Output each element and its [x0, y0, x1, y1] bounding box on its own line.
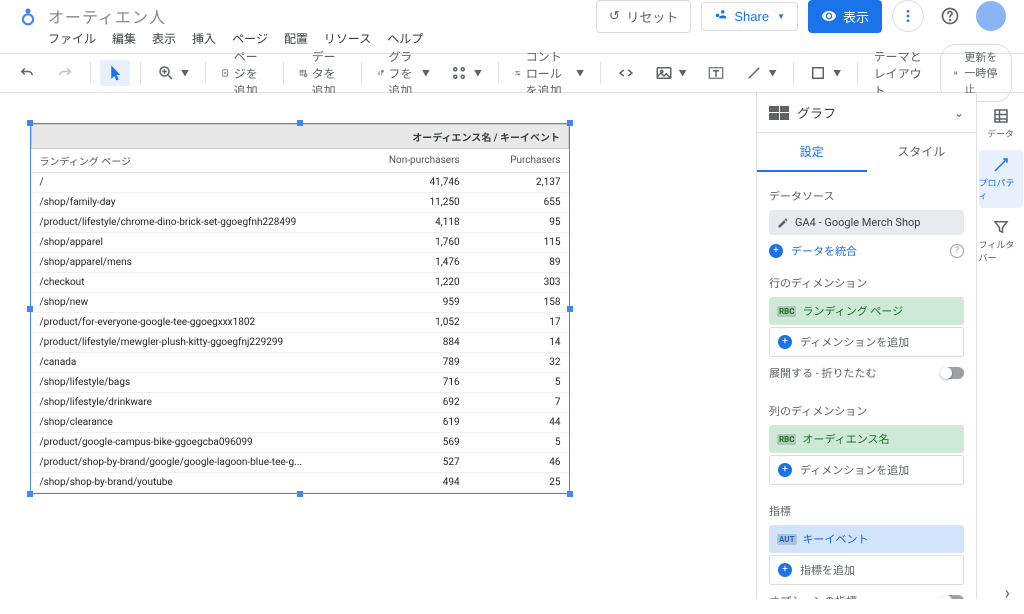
menu-edit[interactable]: 編集 — [112, 30, 136, 47]
rail-data[interactable]: データ — [979, 101, 1023, 146]
table-row[interactable]: /product/shop-by-brand/google/google-lag… — [32, 453, 569, 473]
pencil-icon — [777, 217, 789, 229]
embed-button[interactable] — [611, 60, 641, 86]
expand-collapse-toggle[interactable]: 展開する - 折りたたむ — [769, 361, 964, 385]
col-purchasers[interactable]: Purchasers — [468, 149, 569, 173]
col-dimension-label: 列のディメンション — [757, 395, 976, 423]
text-button[interactable] — [701, 60, 731, 86]
rail-filter[interactable]: フィルタバー — [979, 212, 1023, 270]
table-row[interactable]: /product/google-campus-bike-ggoegcba0960… — [32, 433, 569, 453]
reset-button[interactable]: ↻リセット — [596, 0, 691, 33]
row-dimension-label: 行のディメンション — [757, 267, 976, 295]
help-button[interactable] — [934, 0, 966, 32]
table-row[interactable]: /checkout1,220303 — [32, 273, 569, 293]
menu-insert[interactable]: 挿入 — [192, 30, 216, 47]
menu-file[interactable]: ファイル — [48, 30, 96, 47]
share-button[interactable]: Share▼ — [701, 2, 798, 31]
help-icon[interactable]: ? — [950, 244, 964, 258]
menu-view[interactable]: 表示 — [152, 30, 176, 47]
table-row[interactable]: /shop/apparel/mens1,47689 — [32, 253, 569, 273]
chart-type-icon[interactable] — [769, 106, 789, 120]
looker-studio-logo — [18, 6, 38, 26]
chevron-down-icon[interactable]: ⌄ — [954, 106, 964, 120]
zoom-tool[interactable]: ▼ — [151, 60, 195, 86]
canvas[interactable]: オーディエンス名 / キーイベント ランディング ページ Non-purchas… — [0, 93, 756, 599]
avatar[interactable] — [976, 1, 1006, 31]
optional-metric-toggle[interactable]: オプションの指標 — [769, 589, 964, 599]
add-metric-button[interactable]: +指標を追加 — [769, 555, 964, 585]
image-button[interactable]: ▼ — [649, 60, 693, 86]
add-row-dimension-button[interactable]: +ディメンションを追加 — [769, 327, 964, 357]
table-row[interactable]: /shop/lifestyle/drinkware6927 — [32, 393, 569, 413]
table-row[interactable]: /shop/shop-by-brand/youtube49425 — [32, 473, 569, 493]
panel-title: グラフ — [797, 103, 946, 122]
line-button[interactable]: ▼ — [739, 60, 783, 86]
table-row[interactable]: /canada78932 — [32, 353, 569, 373]
tab-style[interactable]: スタイル — [867, 133, 977, 172]
select-tool[interactable] — [100, 60, 130, 86]
data-source-chip[interactable]: GA4 - Google Merch Shop — [769, 210, 964, 235]
pivot-table-chart[interactable]: オーディエンス名 / キーイベント ランディング ページ Non-purchas… — [30, 123, 570, 494]
row-dimension-chip[interactable]: RBCランディング ページ — [769, 297, 964, 325]
table-row[interactable]: /product/for-everyone-google-tee-ggoegxx… — [32, 313, 569, 333]
properties-panel: グラフ ⌄ 設定 スタイル データソース GA4 - Google Merch … — [756, 93, 976, 599]
table-row[interactable]: /41,7462,137 — [32, 173, 569, 193]
view-button[interactable]: 表示 — [808, 0, 882, 33]
more-options-button[interactable] — [892, 0, 924, 32]
tab-setup[interactable]: 設定 — [757, 133, 867, 172]
table-row[interactable]: /shop/apparel1,760115 — [32, 233, 569, 253]
rail-property[interactable]: プロパティ — [979, 150, 1023, 208]
undo-button[interactable] — [12, 60, 42, 86]
col-non-purchasers[interactable]: Non-purchasers — [336, 149, 468, 173]
add-col-dimension-button[interactable]: +ディメンションを追加 — [769, 455, 964, 485]
col-landing-page[interactable]: ランディング ページ — [32, 149, 336, 173]
table-row[interactable]: /product/lifestyle/mewgler-plush-kitty-g… — [32, 333, 569, 353]
table-row[interactable]: /product/lifestyle/chrome-dino-brick-set… — [32, 213, 569, 233]
metric-chip[interactable]: AUTキーイベント — [769, 525, 964, 553]
doc-title[interactable]: オーティエン人 — [48, 4, 166, 28]
data-source-label: データソース — [757, 180, 976, 208]
col-dimension-chip[interactable]: RBCオーディエンス名 — [769, 425, 964, 453]
table-row[interactable]: /shop/family-day11,250655 — [32, 193, 569, 213]
table-super-header: オーディエンス名 / キーイベント — [32, 125, 569, 149]
merge-data-button[interactable]: +データを統合? — [769, 237, 964, 265]
table-row[interactable]: /shop/clearance61944 — [32, 413, 569, 433]
table-row[interactable]: /shop/new959158 — [32, 293, 569, 313]
community-viz-button[interactable]: ▼ — [444, 60, 488, 86]
redo-button[interactable] — [50, 60, 80, 86]
shape-button[interactable]: ▼ — [803, 60, 847, 86]
table-row[interactable]: /shop/lifestyle/bags7165 — [32, 373, 569, 393]
chevron-right-icon[interactable]: › — [1005, 583, 1010, 604]
metric-label: 指標 — [757, 495, 976, 523]
